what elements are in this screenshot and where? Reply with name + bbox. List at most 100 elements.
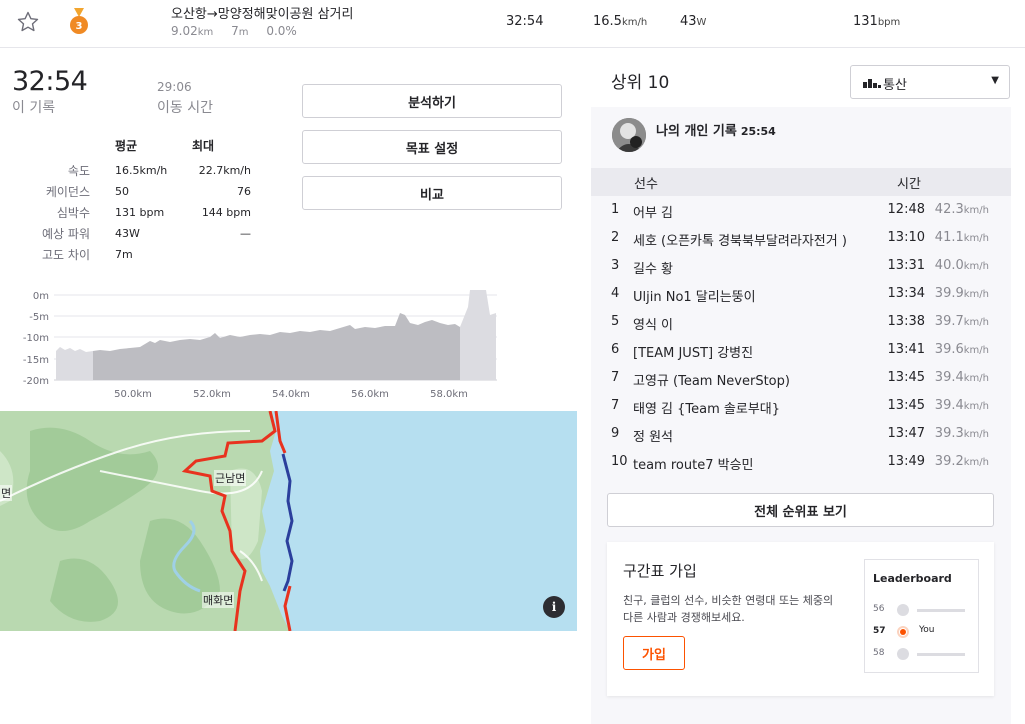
row-athlete-link[interactable]: Uljin No1 달리는뚱이 <box>633 286 756 305</box>
row-rank: 9 <box>611 426 620 441</box>
segment-distance: 9.02km <box>171 24 214 38</box>
personal-record-time: 25:54 <box>740 125 776 138</box>
table-row: 5 영식 이 13:38 39.7km/h <box>591 308 1011 336</box>
row-rank: 10 <box>611 454 628 469</box>
row-speed: 39.3km/h <box>934 426 989 441</box>
y-tick-3: -15m <box>23 355 49 366</box>
row-time: 13:45 <box>887 370 925 385</box>
join-button[interactable]: 가입 <box>623 636 685 670</box>
join-card-description: 친구, 클럽의 선수, 비슷한 연령대 또는 체중의 다른 사람과 경쟁해보세요… <box>623 594 834 624</box>
personal-record-label: 나의 개인 기록 25:54 <box>656 124 776 139</box>
row-athlete-link[interactable]: 길수 황 <box>633 258 673 277</box>
join-card-title: 구간표 가입 <box>623 562 697 580</box>
elevation-x-axis: 50.0km 52.0km 54.0km 56.0km 58.0km <box>114 389 468 400</box>
y-tick-1: -5m <box>29 312 49 323</box>
mini-leaderboard-illustration: Leaderboard 56 57 You 58 <box>864 559 979 673</box>
row-time: 13:34 <box>887 286 925 301</box>
map-label-maehwa: 매화면 <box>202 592 235 608</box>
stats-avg-heart-rate: 131 bpm <box>115 206 165 219</box>
map-label-geunnam: 근남면 <box>214 470 247 486</box>
stats-col-avg: 평균 <box>115 139 138 153</box>
row-speed: 42.3km/h <box>934 202 989 217</box>
join-leaderboard-card: 구간표 가입 친구, 클럽의 선수, 비슷한 연령대 또는 체중의 다른 사람과… <box>607 542 994 696</box>
segment-grade: 0.0% <box>266 24 297 38</box>
elapsed-time: 32:54 <box>12 66 88 97</box>
row-time: 12:48 <box>887 202 925 217</box>
avatar[interactable] <box>612 118 646 152</box>
compare-button[interactable]: 비교 <box>302 176 562 210</box>
stats-col-max: 최대 <box>192 139 215 153</box>
row-rank: 3 <box>611 258 620 273</box>
route-map[interactable]: 근남면 매화면 면 i <box>0 411 577 631</box>
row-rank: 7 <box>611 398 620 413</box>
stats-avg-elevation: 7m <box>115 248 133 261</box>
star-icon[interactable] <box>16 10 40 34</box>
elevation-profile-segment <box>93 313 460 380</box>
mini-row-you: 57 You <box>873 625 935 638</box>
row-athlete-link[interactable]: 정 원석 <box>633 426 673 445</box>
table-row: 9 정 원석 13:47 39.3km/h <box>591 420 1011 448</box>
row-rank: 2 <box>611 230 620 245</box>
stats-max-heart-rate: 144 bpm <box>201 206 251 219</box>
bronze-medal-icon: 3 <box>70 8 88 34</box>
mini-row: 56 <box>873 603 973 617</box>
moving-time-label: 이동 시간 <box>157 100 213 116</box>
leaderboard-title: 상위 10 <box>611 73 670 93</box>
row-athlete-link[interactable]: [TEAM JUST] 강병진 <box>633 342 753 361</box>
stats-avg-power: 43W <box>115 227 140 240</box>
top-speed: 16.5km/h <box>593 14 648 29</box>
elevation-chart[interactable]: 0m -5m -10m -15m -20m 50.0km 52.0km 54.0… <box>0 285 500 400</box>
x-tick-4: 58.0km <box>430 389 468 400</box>
stats-label-power: 예상 파워 <box>42 227 90 241</box>
svg-text:3: 3 <box>76 21 83 32</box>
row-athlete-link[interactable]: 세호 (오픈카톡 경북북부달려라자전거 ) <box>633 230 847 249</box>
row-speed: 39.2km/h <box>934 454 989 469</box>
row-time: 13:41 <box>887 342 925 357</box>
row-speed: 40.0km/h <box>934 258 989 273</box>
row-time: 13:31 <box>887 258 925 273</box>
view-full-leaderboard-button[interactable]: 전체 순위표 보기 <box>607 493 994 527</box>
row-rank: 1 <box>611 202 620 217</box>
table-row: 7 태영 김 {Team 솔로부대} 13:45 39.4km/h <box>591 392 1011 420</box>
personal-record-row <box>591 108 1011 168</box>
stats-label-elevation: 고도 차이 <box>42 248 90 262</box>
set-goal-button[interactable]: 목표 설정 <box>302 130 562 164</box>
row-speed: 39.9km/h <box>934 286 989 301</box>
stats-label-speed: 속도 <box>67 164 90 178</box>
elapsed-time-label: 이 기록 <box>12 100 56 116</box>
table-row: 1 어부 김 12:48 42.3km/h <box>591 196 1011 224</box>
row-athlete-link[interactable]: team route7 박승민 <box>633 454 754 473</box>
row-athlete-link[interactable]: 어부 김 <box>633 202 673 221</box>
stats-max-cadence: 76 <box>237 185 251 198</box>
stats-label-cadence: 케이던스 <box>45 185 90 199</box>
top-heart-rate: 131bpm <box>853 14 901 29</box>
row-athlete-link[interactable]: 고영규 (Team NeverStop) <box>633 370 790 389</box>
mini-row: 58 <box>873 647 973 661</box>
leaderboard-filter-select[interactable]: 통산 ▼ <box>850 65 1010 99</box>
info-icon[interactable]: i <box>543 596 565 618</box>
caret-down-icon: ▼ <box>991 75 999 86</box>
y-tick-4: -20m <box>23 376 49 387</box>
map-label-edge: 면 <box>0 485 13 501</box>
map-canvas[interactable] <box>0 411 577 631</box>
row-athlete-link[interactable]: 영식 이 <box>633 314 673 333</box>
row-time: 13:45 <box>887 398 925 413</box>
row-time: 13:38 <box>887 314 925 329</box>
table-row: 2 세호 (오픈카톡 경북북부달려라자전거 ) 13:10 41.1km/h <box>591 224 1011 252</box>
row-speed: 41.1km/h <box>934 230 989 245</box>
row-athlete-link[interactable]: 태영 김 {Team 솔로부대} <box>633 398 780 417</box>
row-time: 13:10 <box>887 230 925 245</box>
table-row: 10 team route7 박승민 13:49 39.2km/h <box>591 448 1011 476</box>
leaderboard-filter-value: 통산 <box>883 78 907 93</box>
moving-time: 29:06 <box>157 80 192 94</box>
segment-title[interactable]: 오산항→망양정해맞이공원 삼거리 <box>171 3 353 22</box>
x-tick-1: 52.0km <box>193 389 231 400</box>
analyze-button[interactable]: 분석하기 <box>302 84 562 118</box>
segment-header: 3 오산항→망양정해맞이공원 삼거리 9.02km 7m 0.0% 32:54 … <box>0 0 1025 48</box>
row-rank: 4 <box>611 286 620 301</box>
x-tick-0: 50.0km <box>114 389 152 400</box>
y-tick-2: -10m <box>23 333 49 344</box>
row-speed: 39.4km/h <box>934 370 989 385</box>
stats-avg-speed: 16.5km/h <box>115 164 168 177</box>
row-speed: 39.7km/h <box>934 314 989 329</box>
